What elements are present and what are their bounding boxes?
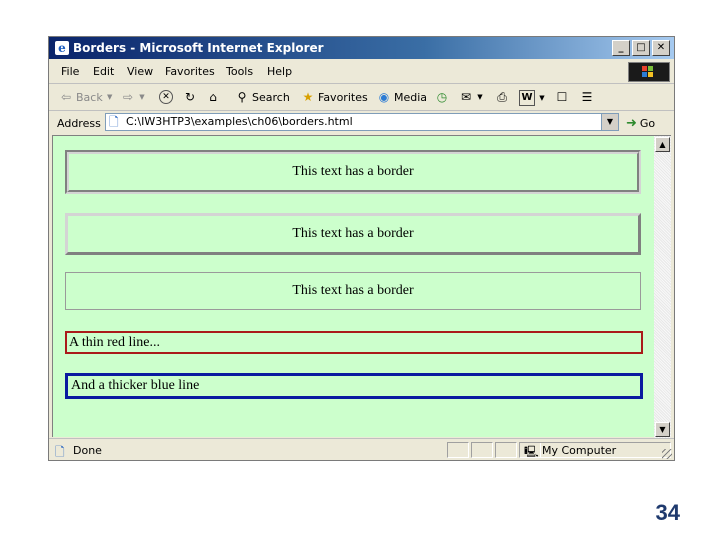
menu-help[interactable]: Help [267, 65, 292, 78]
search-label: Search [252, 90, 290, 104]
ie-page-icon: 🗋 [55, 445, 65, 459]
home-icon: ⌂ [209, 90, 217, 104]
chevron-down-icon: ▼ [107, 93, 113, 101]
resize-grip[interactable] [662, 449, 672, 459]
stop-icon: ✕ [159, 90, 173, 104]
status-cell [471, 442, 493, 458]
thin-red-line-box: A thin red line... [65, 331, 643, 354]
edit-button[interactable]: W ▼ [519, 90, 546, 106]
scroll-up-button[interactable]: ▲ [655, 137, 670, 152]
forward-arrow-icon: ⇨ [122, 90, 134, 104]
status-cell [495, 442, 517, 458]
favorites-label: Favorites [318, 90, 368, 104]
chevron-down-icon: ▼ [477, 93, 483, 101]
slide-page-number: 34 [655, 500, 680, 525]
print-button[interactable]: ⎙ [495, 90, 509, 104]
go-button[interactable]: ➜ Go [626, 116, 655, 131]
search-icon: ⚲ [237, 90, 247, 104]
go-arrow-icon: ➜ [626, 116, 637, 131]
mail-icon: ✉ [460, 90, 472, 104]
status-text: Done [73, 444, 102, 457]
zone-text: My Computer [542, 444, 617, 457]
stop-button[interactable]: ✕ [159, 90, 173, 104]
menu-bar: File Edit View Favorites Tools Help [49, 59, 674, 84]
ie-logo-icon: e [55, 41, 69, 55]
menu-file[interactable]: File [61, 65, 79, 78]
computer-icon: 🖳 [524, 445, 539, 458]
address-label: Address [57, 117, 101, 130]
browser-window: e Borders - Microsoft Internet Explorer … [48, 36, 675, 461]
address-input[interactable]: 🗋 C:\IW3HTP3\examples\ch06\borders.html … [105, 113, 619, 131]
window-title: Borders - Microsoft Internet Explorer [73, 41, 324, 55]
notes-icon: ☰ [581, 90, 593, 104]
favorites-button[interactable]: ★ Favorites [301, 90, 368, 104]
forward-button[interactable]: ⇨ ▼ [121, 90, 146, 104]
menu-tools[interactable]: Tools [226, 65, 253, 78]
scroll-down-button[interactable]: ▼ [655, 422, 670, 437]
status-bar: 🗋 Done 🖳 My Computer [49, 438, 674, 461]
address-bar: Address 🗋 C:\IW3HTP3\examples\ch06\borde… [49, 111, 674, 135]
minimize-button[interactable]: _ [612, 40, 630, 56]
title-bar[interactable]: e Borders - Microsoft Internet Explorer … [49, 37, 674, 59]
groove-border-box: This text has a border [65, 150, 641, 194]
chevron-down-icon: ▼ [139, 93, 145, 101]
maximize-button[interactable]: □ [632, 40, 650, 56]
media-label: Media [394, 90, 428, 104]
window-controls: _ □ ✕ [612, 40, 670, 56]
go-label: Go [639, 117, 656, 130]
media-icon: ◉ [378, 90, 390, 104]
discuss-icon: ☐ [556, 90, 568, 104]
star-icon: ★ [302, 90, 314, 104]
standard-toolbar: ⇦ Back ▼ ⇨ ▼ ✕ ↻ ⌂ ⚲ Search ★ Favorites … [49, 84, 674, 111]
zone-cell: 🖳 My Computer [519, 442, 671, 458]
inset-border-box: This text has a border [65, 213, 641, 255]
menu-view[interactable]: View [127, 65, 153, 78]
menu-favorites[interactable]: Favorites [165, 65, 215, 78]
menu-edit[interactable]: Edit [93, 65, 114, 78]
word-edit-icon: W [519, 90, 535, 106]
home-button[interactable]: ⌂ [206, 90, 220, 104]
back-arrow-icon: ⇦ [60, 90, 72, 104]
status-cell [447, 442, 469, 458]
address-value: C:\IW3HTP3\examples\ch06\borders.html [126, 115, 353, 128]
history-button[interactable]: ◷ [435, 90, 449, 104]
chevron-down-icon: ▼ [539, 94, 545, 102]
refresh-icon: ↻ [184, 90, 196, 104]
notes-button[interactable]: ☰ [580, 90, 594, 104]
refresh-button[interactable]: ↻ [183, 90, 197, 104]
address-dropdown-button[interactable]: ▼ [601, 114, 618, 130]
back-label: Back [76, 90, 103, 104]
windows-logo-icon [628, 62, 670, 82]
media-button[interactable]: ◉ Media [377, 90, 427, 104]
outset-border-box: This text has a border [65, 272, 641, 310]
history-icon: ◷ [436, 90, 448, 104]
mail-button[interactable]: ✉ ▼ [459, 90, 484, 104]
print-icon: ⎙ [497, 90, 507, 104]
discuss-button[interactable]: ☐ [555, 90, 569, 104]
thick-blue-line-box: And a thicker blue line [65, 373, 643, 399]
back-button[interactable]: ⇦ Back ▼ [59, 90, 114, 104]
close-button[interactable]: ✕ [652, 40, 670, 56]
search-button[interactable]: ⚲ Search [235, 90, 290, 104]
vertical-scrollbar[interactable]: ▲ ▼ [654, 135, 671, 438]
page-icon: 🗋 [109, 115, 119, 129]
page-content: This text has a border This text has a b… [52, 135, 654, 437]
